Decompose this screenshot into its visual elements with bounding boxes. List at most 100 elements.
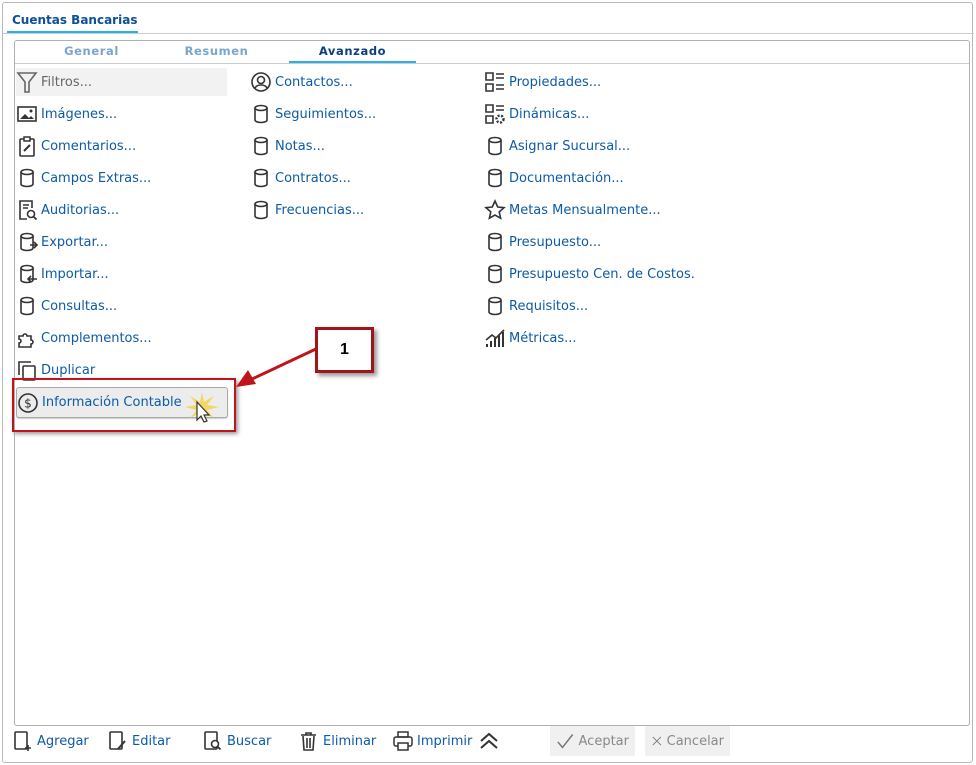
- divider: [15, 63, 969, 64]
- menu-item-label: Metas Mensualmente...: [509, 202, 661, 218]
- highlight-box: [12, 378, 236, 432]
- database-icon: [488, 136, 502, 156]
- database-icon: [254, 136, 268, 156]
- menu-item-label: Complementos...: [41, 330, 152, 346]
- search-label: Buscar: [227, 733, 272, 749]
- menu-item-label: Contratos...: [275, 170, 351, 186]
- database-import-icon: [20, 264, 37, 284]
- database-icon: [488, 296, 502, 316]
- menu-item-contactos[interactable]: Contactos...: [250, 68, 353, 96]
- delete-button[interactable]: Eliminar: [298, 729, 376, 753]
- search-button[interactable]: Buscar: [202, 729, 271, 753]
- menu-item-comentarios[interactable]: Comentarios...: [16, 132, 136, 160]
- menu-item-métricas[interactable]: Métricas...: [484, 324, 577, 352]
- divider: [3, 33, 974, 34]
- menu-item-frecuencias[interactable]: Frecuencias...: [250, 196, 364, 224]
- menu-item-seguimientos[interactable]: Seguimientos...: [250, 100, 376, 128]
- menu-item-campos-extras[interactable]: Campos Extras...: [16, 164, 151, 192]
- clipboard-edit-icon: [19, 136, 35, 157]
- document-search-icon: [19, 200, 38, 221]
- database-icon: [254, 104, 268, 124]
- user-circle-icon: [251, 72, 271, 92]
- menu-item-presupuesto-cen-de-costos[interactable]: Presupuesto Cen. de Costos.: [484, 260, 695, 288]
- print-label: Imprimir: [417, 733, 473, 749]
- menu-item-label: Duplicar: [41, 362, 96, 378]
- menu-item-label: Frecuencias...: [275, 202, 365, 218]
- annotation-arrow: [236, 346, 319, 387]
- accept-label: Aceptar: [578, 733, 629, 749]
- menu-item-label: Campos Extras...: [41, 170, 152, 186]
- menu-item-label: Seguimientos...: [275, 106, 377, 122]
- collapse-button[interactable]: [478, 729, 503, 753]
- menu-item-asignar-sucursal[interactable]: Asignar Sucursal...: [484, 132, 630, 160]
- menu-item-label: Contactos...: [275, 74, 353, 90]
- menu-item-label: Dinámicas...: [509, 106, 590, 122]
- menu-item-label: Propiedades...: [509, 74, 602, 90]
- database-icon: [20, 168, 34, 188]
- menu-item-label: Importar...: [41, 266, 109, 282]
- check-icon: [557, 734, 574, 749]
- menu-item-label: Presupuesto...: [509, 234, 602, 250]
- menu-item-label: Métricas...: [509, 330, 577, 346]
- menu-item-label: Comentarios...: [41, 138, 137, 154]
- annotation-callout: 1: [315, 327, 374, 373]
- add-icon: [14, 731, 31, 751]
- menu-item-label: Imágenes...: [41, 106, 118, 122]
- edit-icon: [109, 731, 126, 750]
- menu-item-label: Exportar...: [41, 234, 109, 250]
- menu-item-importar[interactable]: Importar...: [16, 260, 109, 288]
- edit-button[interactable]: Editar: [107, 729, 171, 753]
- database-icon: [254, 200, 268, 220]
- menu-item-complementos[interactable]: Complementos...: [16, 324, 152, 352]
- window-tab[interactable]: Cuentas Bancarias: [7, 11, 138, 34]
- menu-item-imágenes[interactable]: Imágenes...: [16, 100, 117, 128]
- image-icon: [17, 106, 37, 122]
- edit-label: Editar: [132, 733, 171, 749]
- printer-icon: [393, 731, 413, 751]
- menu-item-requisitos[interactable]: Requisitos...: [484, 292, 588, 320]
- menu-item-label: Requisitos...: [509, 298, 589, 314]
- database-icon: [20, 296, 34, 316]
- properties-icon: [485, 72, 504, 92]
- menu-item-consultas[interactable]: Consultas...: [16, 292, 117, 320]
- menu-item-contratos[interactable]: Contratos...: [250, 164, 351, 192]
- menu-item-documentación[interactable]: Documentación...: [484, 164, 624, 192]
- menu-item-label: Asignar Sucursal...: [509, 138, 631, 154]
- accept-button[interactable]: Aceptar: [550, 726, 635, 756]
- tab-resumen[interactable]: Resumen: [153, 44, 280, 64]
- menu-item-label: Consultas...: [41, 298, 118, 314]
- close-icon: [652, 736, 662, 746]
- tab-general[interactable]: General: [28, 44, 155, 64]
- delete-label: Eliminar: [323, 733, 377, 749]
- menu-item-filtros[interactable]: Filtros...: [16, 68, 227, 96]
- database-export-icon: [20, 232, 38, 252]
- search-icon: [204, 731, 222, 751]
- cancel-label: Cancelar: [666, 733, 724, 749]
- menu-item-label: Presupuesto Cen. de Costos.: [509, 266, 695, 282]
- menu-item-propiedades[interactable]: Propiedades...: [484, 68, 601, 96]
- menu-item-presupuesto[interactable]: Presupuesto...: [484, 228, 601, 256]
- menu-item-dinámicas[interactable]: Dinámicas...: [484, 100, 589, 128]
- menu-item-metas-mensualmente[interactable]: Metas Mensualmente...: [484, 196, 661, 224]
- tab-avanzado[interactable]: Avanzado: [289, 44, 416, 64]
- menu-item-exportar[interactable]: Exportar...: [16, 228, 108, 256]
- star-icon: [484, 199, 506, 220]
- database-icon: [488, 232, 502, 252]
- trash-icon: [301, 732, 316, 751]
- menu-item-notas[interactable]: Notas...: [250, 132, 325, 160]
- cancel-button[interactable]: Cancelar: [645, 726, 730, 756]
- menu-item-label: Documentación...: [509, 170, 624, 186]
- filter-icon: [16, 72, 38, 93]
- chart-icon: [485, 329, 505, 347]
- menu-item-auditorias[interactable]: Auditorias...: [16, 196, 119, 224]
- menu-item-label: Notas...: [275, 138, 325, 154]
- database-icon: [488, 264, 502, 284]
- menu-item-label: Auditorias...: [41, 202, 120, 218]
- add-button[interactable]: Agregar: [12, 729, 89, 753]
- database-icon: [254, 168, 268, 188]
- print-button[interactable]: Imprimir: [392, 729, 472, 753]
- chevrons-up-icon: [480, 732, 498, 749]
- dynamics-gear-icon: [485, 104, 505, 124]
- puzzle-icon: [18, 333, 34, 348]
- database-icon: [488, 168, 502, 188]
